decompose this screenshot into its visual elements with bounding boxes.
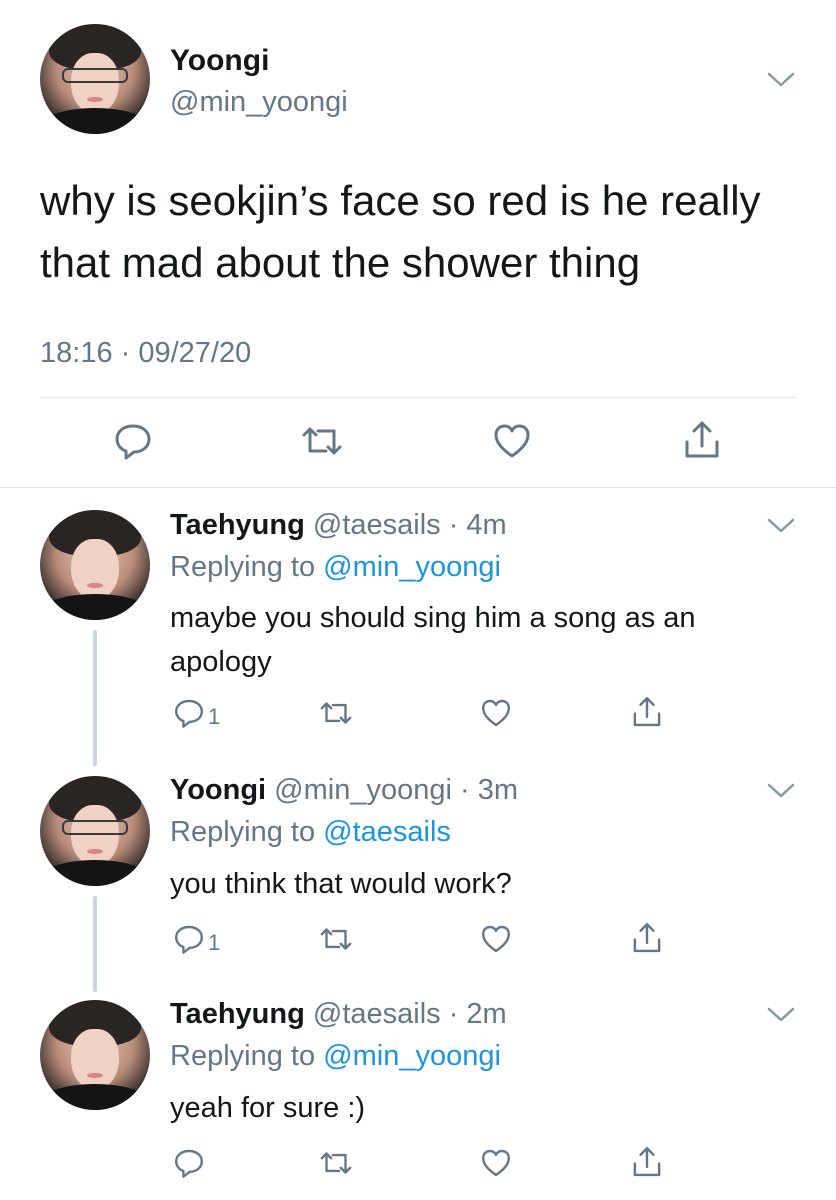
chevron-down-icon[interactable] (766, 70, 796, 95)
avatar[interactable] (40, 1000, 150, 1110)
retweet-icon[interactable] (317, 697, 355, 729)
divider (0, 487, 836, 488)
avatar[interactable] (40, 24, 150, 134)
reply-header: Taehyung @taesails · 4m (170, 509, 507, 542)
author-display-name[interactable]: Taehyung (170, 998, 305, 1030)
share-icon[interactable] (630, 694, 664, 730)
replying-to-label: Replying to (170, 816, 316, 848)
reply-count: 1 (208, 930, 221, 955)
avatar[interactable] (40, 510, 150, 620)
reply-text: you think that would work? (170, 868, 512, 900)
author-display-name[interactable]: Taehyung (170, 509, 305, 541)
reply-count: 1 (208, 704, 221, 729)
retweet-icon[interactable] (298, 421, 346, 461)
reply-header: Yoongi @min_yoongi · 3m (170, 774, 518, 807)
chevron-down-icon[interactable] (766, 1005, 796, 1030)
author-handle[interactable]: @min_yoongi (274, 774, 452, 806)
replying-to: Replying to @taesails (170, 816, 451, 849)
chevron-down-icon[interactable] (766, 781, 796, 806)
reply-age[interactable]: · 4m (449, 509, 507, 541)
reply-text: yeah for sure :) (170, 1092, 366, 1124)
reply-text: maybe you should sing him a song as an a… (170, 602, 696, 678)
reply-header: Taehyung @taesails · 2m (170, 998, 507, 1031)
replying-to: Replying to @min_yoongi (170, 1040, 501, 1073)
retweet-icon[interactable] (317, 923, 355, 955)
replying-to-label: Replying to (170, 1040, 316, 1072)
replying-to: Replying to @min_yoongi (170, 551, 501, 584)
replying-to-handle[interactable]: @taesails (323, 816, 451, 848)
like-icon[interactable] (479, 1147, 513, 1179)
author-handle[interactable]: @min_yoongi (170, 86, 348, 119)
share-icon[interactable] (630, 920, 664, 956)
replying-to-label: Replying to (170, 551, 316, 583)
divider (40, 397, 796, 398)
reply-age[interactable]: · 2m (449, 998, 507, 1030)
thread-line (93, 896, 97, 992)
reply-icon[interactable] (172, 697, 206, 729)
like-icon[interactable] (479, 923, 513, 955)
author-handle[interactable]: @taesails (313, 509, 441, 541)
tweet-text: why is seokjin’s face so red is he reall… (40, 177, 761, 286)
reply-icon[interactable] (172, 1147, 206, 1179)
reply-icon[interactable] (112, 421, 154, 461)
author-display-name[interactable]: Yoongi (170, 774, 266, 806)
share-icon[interactable] (681, 418, 723, 462)
like-icon[interactable] (479, 697, 513, 729)
avatar[interactable] (40, 776, 150, 886)
share-icon[interactable] (630, 1144, 664, 1180)
author-display-name[interactable]: Yoongi (170, 44, 269, 78)
reply-icon[interactable] (172, 923, 206, 955)
reply-age[interactable]: · 3m (460, 774, 518, 806)
replying-to-handle[interactable]: @min_yoongi (323, 551, 501, 583)
thread-line (93, 630, 97, 766)
retweet-icon[interactable] (317, 1147, 355, 1179)
chevron-down-icon[interactable] (766, 516, 796, 541)
like-icon[interactable] (491, 421, 533, 461)
replying-to-handle[interactable]: @min_yoongi (323, 1040, 501, 1072)
author-handle[interactable]: @taesails (313, 998, 441, 1030)
tweet-timestamp[interactable]: 18:16 · 09/27/20 (40, 337, 251, 370)
